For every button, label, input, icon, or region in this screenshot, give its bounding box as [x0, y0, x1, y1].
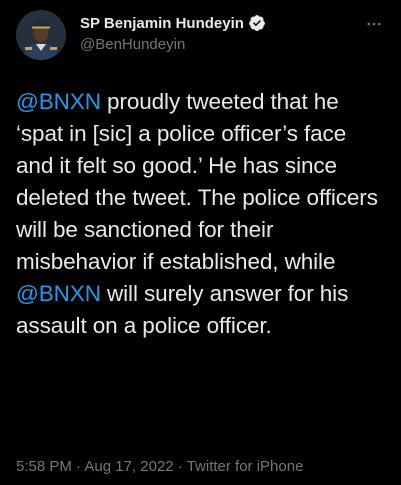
tweet-metadata: 5:58 PM · Aug 17, 2022 · Twitter for iPh… — [16, 458, 303, 475]
author-display-name[interactable]: SP Benjamin Hundeyin — [80, 15, 244, 32]
author-handle[interactable]: @BenHundeyin — [80, 36, 266, 53]
name-row: SP Benjamin Hundeyin — [80, 13, 266, 33]
tweet-header: SP Benjamin Hundeyin @BenHundeyin — [16, 10, 385, 60]
tweet-date[interactable]: Aug 17, 2022 — [84, 458, 173, 475]
tweet-text: @BNXN proudly tweeted that he ‘spat in [… — [16, 86, 388, 342]
author-info: SP Benjamin Hundeyin @BenHundeyin — [80, 13, 266, 53]
tweet-card: SP Benjamin Hundeyin @BenHundeyin @BNXN … — [0, 0, 401, 485]
separator-dot: · — [71, 458, 85, 475]
verified-badge-icon — [248, 14, 266, 32]
tweet-time[interactable]: 5:58 PM — [16, 458, 72, 475]
more-options-icon[interactable] — [363, 13, 385, 35]
tweet-text-segment: proudly tweeted that he ‘spat in [sic] a… — [16, 89, 378, 274]
mention-link[interactable]: @BNXN — [16, 89, 101, 114]
avatar[interactable] — [16, 10, 66, 60]
separator-dot: · — [173, 458, 187, 475]
tweet-source[interactable]: Twitter for iPhone — [187, 458, 304, 475]
profile-photo — [16, 10, 66, 60]
mention-link[interactable]: @BNXN — [16, 281, 101, 306]
